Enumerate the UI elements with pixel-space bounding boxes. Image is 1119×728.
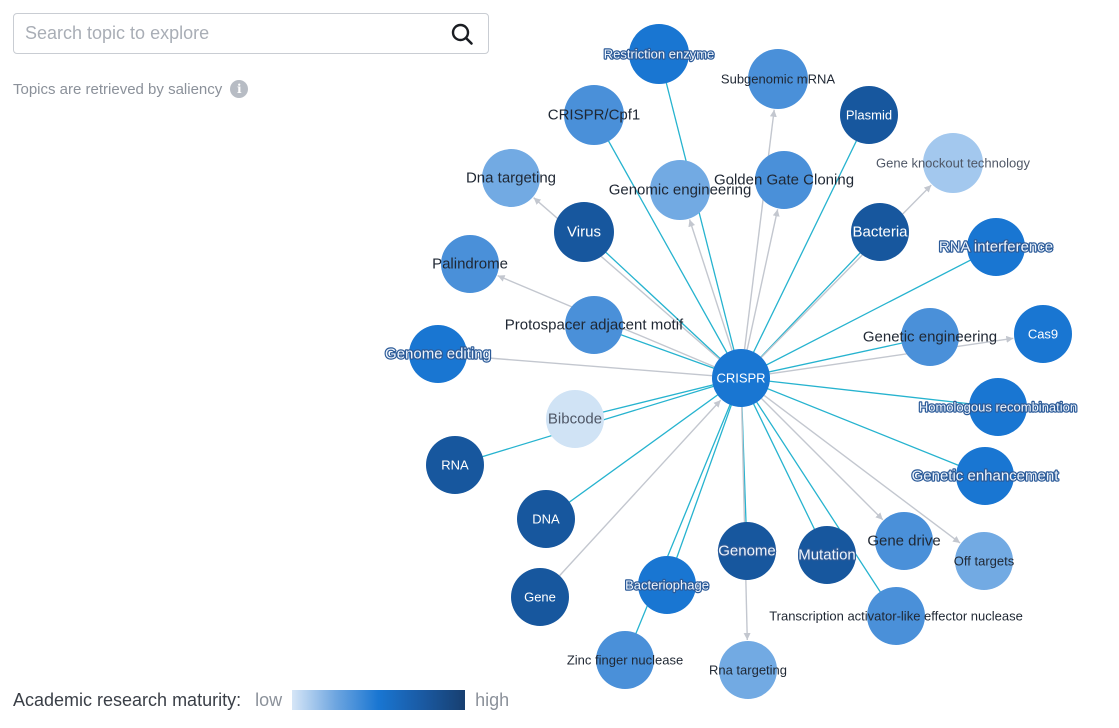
edge-crispr-to-subgenomic-mrna: [743, 109, 777, 350]
topic-node-circle[interactable]: [482, 149, 540, 207]
edge-crispr-to-cas9: [769, 335, 1014, 375]
topic-node-circle[interactable]: [638, 556, 696, 614]
topic-node-circle[interactable]: [409, 325, 467, 383]
topic-node-mutation[interactable]: Mutation: [797, 526, 857, 584]
topic-node-circle[interactable]: [650, 160, 710, 220]
nodes-layer: Restriction enzymeSubgenomic mRNAPlasmid…: [384, 24, 1078, 699]
topic-node-circle[interactable]: [718, 522, 776, 580]
edge-crispr-to-off-targets: [763, 394, 961, 544]
edge-crispr-to-genome-editing: [467, 353, 713, 377]
topic-node-circle[interactable]: [851, 203, 909, 261]
topic-node-subgenomic-mrna[interactable]: Subgenomic mRNA: [721, 49, 835, 109]
topic-node-circle[interactable]: [712, 349, 770, 407]
topic-node-circle[interactable]: [798, 526, 856, 584]
topic-node-genome-editing[interactable]: Genome editing: [384, 325, 492, 383]
topic-node-plasmid[interactable]: Plasmid: [840, 86, 898, 144]
edge-crispr-to-plasmid: [740, 114, 870, 379]
topic-node-genome[interactable]: Genome: [717, 522, 777, 580]
topic-node-circle[interactable]: [517, 490, 575, 548]
topic-node-circle[interactable]: [565, 296, 623, 354]
saliency-hint-text: Topics are retrieved by saliency: [13, 80, 223, 98]
topic-node-off-targets[interactable]: Off targets: [954, 532, 1015, 590]
saliency-hint: Topics are retrieved by saliency i: [13, 79, 249, 99]
legend-high-label: high: [475, 689, 510, 710]
topic-node-circle[interactable]: [955, 532, 1013, 590]
topic-node-dna-targeting[interactable]: Dna targeting: [466, 149, 556, 207]
topic-node-circle[interactable]: [1014, 305, 1072, 363]
topic-graph[interactable]: Restriction enzymeSubgenomic mRNAPlasmid…: [0, 0, 1119, 728]
topic-node-bibcode[interactable]: Bibcode: [546, 390, 604, 448]
topic-node-circle[interactable]: [596, 631, 654, 689]
topic-node-circle[interactable]: [511, 568, 569, 626]
topic-node-circle[interactable]: [969, 378, 1027, 436]
topic-node-bacteria[interactable]: Bacteria: [851, 203, 909, 261]
topic-node-golden-gate-cloning[interactable]: Golden Gate Cloning: [714, 151, 854, 209]
topic-node-circle[interactable]: [719, 641, 777, 699]
topic-node-restriction-enzyme[interactable]: Restriction enzyme: [603, 24, 715, 84]
topic-node-circle[interactable]: [554, 202, 614, 262]
topic-node-circle[interactable]: [546, 390, 604, 448]
search-input[interactable]: [25, 14, 435, 53]
legend-label: Academic research maturity:: [13, 689, 242, 710]
maturity-legend: Academic research maturity: low high: [13, 688, 509, 712]
edge-crispr-to-genetic-enhancement: [740, 377, 986, 477]
topic-node-rna-targeting[interactable]: Rna targeting: [709, 641, 787, 699]
edge-crispr-to-golden-gate-cloning: [746, 209, 780, 350]
topic-node-circle[interactable]: [748, 49, 808, 109]
topic-node-circle[interactable]: [875, 512, 933, 570]
edge-crispr-to-homologous-recombination: [740, 377, 999, 408]
topic-node-circle[interactable]: [923, 133, 983, 193]
topic-node-circle[interactable]: [441, 235, 499, 293]
topic-node-gene-knockout-technology[interactable]: Gene knockout technology: [876, 133, 1030, 193]
edge-crispr-to-rna-interference: [740, 246, 997, 379]
topic-node-dna[interactable]: DNA: [517, 490, 575, 548]
legend-gradient-bar: [292, 690, 466, 710]
topic-node-circle[interactable]: [901, 308, 959, 366]
topic-node-crispr[interactable]: CRISPR: [712, 349, 770, 407]
topic-node-circle[interactable]: [967, 218, 1025, 276]
topic-node-homologous-recombination[interactable]: Homologous recombination: [918, 378, 1078, 436]
edge-crispr-to-genomic-engineering: [688, 219, 733, 351]
topic-node-gene[interactable]: Gene: [511, 568, 569, 626]
topic-node-genomic-engineering[interactable]: Genomic engineering: [609, 160, 752, 220]
topic-node-talen[interactable]: Transcription activator-like effector nu…: [769, 587, 1023, 645]
legend-low-label: low: [255, 689, 283, 710]
topic-node-circle[interactable]: [426, 436, 484, 494]
search-icon: [451, 23, 473, 45]
topic-node-circle[interactable]: [840, 86, 898, 144]
topic-node-circle[interactable]: [867, 587, 925, 645]
topic-node-cas9[interactable]: Cas9: [1014, 305, 1072, 363]
topic-node-circle[interactable]: [629, 24, 689, 84]
edge-crispr-to-genetic-engineering: [740, 336, 931, 379]
topic-node-palindrome[interactable]: Palindrome: [432, 235, 508, 293]
topic-node-crispr-cpf1[interactable]: CRISPR/Cpf1: [548, 85, 641, 145]
topic-node-virus[interactable]: Virus: [554, 202, 614, 262]
topic-node-bacteriophage[interactable]: Bacteriophage: [624, 556, 710, 614]
topic-node-circle[interactable]: [564, 85, 624, 145]
info-icon[interactable]: i: [230, 80, 249, 98]
topic-node-rna[interactable]: RNA: [426, 436, 484, 494]
topic-node-circle[interactable]: [956, 447, 1014, 505]
topic-node-circle[interactable]: [755, 151, 813, 209]
topic-node-zinc-finger-nuclease[interactable]: Zinc finger nuclease: [567, 631, 683, 689]
search-box: [13, 13, 489, 54]
search-button[interactable]: [450, 22, 474, 46]
